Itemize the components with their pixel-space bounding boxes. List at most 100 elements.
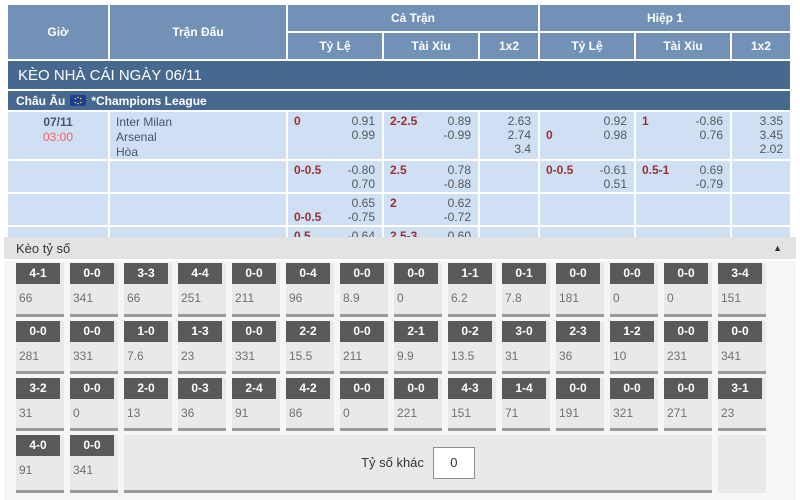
h1-handicap-cell[interactable]: 0-0.5 -0.610.51 <box>540 161 634 192</box>
score-cell[interactable]: 3-4151 <box>718 263 766 317</box>
score-cell[interactable]: 0-0331 <box>232 321 280 374</box>
score-cell[interactable]: 2-19.9 <box>394 321 442 374</box>
score-odds: 10 <box>610 342 658 363</box>
time-cell <box>8 194 108 225</box>
score-odds: 15.5 <box>286 342 334 363</box>
match-cell[interactable]: Inter MilanArsenalHòa <box>110 112 286 159</box>
odds-line: 0.51 <box>546 177 627 191</box>
match-time: 03:00 <box>8 130 108 145</box>
score-odds: 7.6 <box>124 342 172 363</box>
league-bar[interactable]: Châu Âu *Champions League <box>8 91 790 110</box>
odds-value: -0.61 <box>600 163 627 177</box>
score-cell[interactable]: 1-07.6 <box>124 321 172 374</box>
subheader-ft-handicap: Tỷ Lệ <box>288 33 382 59</box>
score-cell[interactable]: 0-213.5 <box>448 321 496 374</box>
empty-score-cell <box>718 435 766 493</box>
score-cell[interactable]: 0-336 <box>178 378 226 431</box>
score-cell[interactable]: 3-031 <box>502 321 550 374</box>
score-cell[interactable]: 0-00 <box>610 263 658 317</box>
h1-overunder-cell[interactable]: 0.5-10.69-0.79 <box>636 161 730 192</box>
score-cell[interactable]: 0-496 <box>286 263 334 317</box>
score-cell[interactable]: 0-17.8 <box>502 263 550 317</box>
score-cell[interactable]: 0-0321 <box>610 378 658 431</box>
score-label: 4-0 <box>16 435 60 456</box>
score-odds: 23 <box>178 342 226 363</box>
score-odds: 0 <box>610 284 658 305</box>
score-cell[interactable]: 0-0181 <box>556 263 604 317</box>
ft-1x2-cell[interactable] <box>480 161 538 192</box>
score-cell[interactable]: 0-08.9 <box>340 263 388 317</box>
h1-handicap-cell[interactable] <box>540 194 634 225</box>
ft-overunder-cell[interactable]: 2-2.50.89-0.99 <box>384 112 478 159</box>
score-cell[interactable]: 0-0331 <box>70 321 118 374</box>
score-section-header[interactable]: Kèo tỷ số ▲ <box>4 237 796 259</box>
collapse-icon[interactable]: ▲ <box>773 243 782 253</box>
score-cell[interactable]: 0-0341 <box>718 321 766 374</box>
handicap-label: 0-0.5 <box>546 163 573 177</box>
score-cell[interactable]: 2-336 <box>556 321 604 374</box>
score-cell[interactable]: 2-215.5 <box>286 321 334 374</box>
score-cell[interactable]: 4-091 <box>16 435 64 493</box>
handicap-label: 1 <box>642 114 649 128</box>
h1-1x2-cell[interactable] <box>732 161 790 192</box>
score-cell[interactable]: 1-471 <box>502 378 550 431</box>
ft-1x2-cell[interactable]: 2.632.743.4 <box>480 112 538 159</box>
league-region-label: Châu Âu <box>16 94 65 108</box>
score-cell[interactable]: 4-286 <box>286 378 334 431</box>
score-odds: 23 <box>718 399 766 420</box>
h1-handicap-cell[interactable]: 0.9200.98 <box>540 112 634 159</box>
ft-overunder-cell[interactable]: 20.62-0.72 <box>384 194 478 225</box>
score-label: 0-0 <box>664 321 708 342</box>
score-cell[interactable]: 3-231 <box>16 378 64 431</box>
score-label: 4-2 <box>286 378 330 399</box>
score-cell[interactable]: 0-00 <box>664 263 712 317</box>
score-cell[interactable]: 0-0221 <box>394 378 442 431</box>
home-team[interactable]: Inter Milan <box>116 115 286 130</box>
h1-1x2-cell[interactable]: 3.353.452.02 <box>732 112 790 159</box>
ft-handicap-cell[interactable]: 00.910.99 <box>288 112 382 159</box>
score-odds: 181 <box>556 284 604 305</box>
score-cell[interactable]: 1-323 <box>178 321 226 374</box>
score-cell[interactable]: 0-0191 <box>556 378 604 431</box>
score-cell[interactable]: 0-0281 <box>16 321 64 374</box>
score-cell[interactable]: 0-00 <box>394 263 442 317</box>
score-cell[interactable]: 1-210 <box>610 321 658 374</box>
score-cell[interactable]: 0-00 <box>340 378 388 431</box>
away-team[interactable]: Arsenal <box>116 130 286 145</box>
score-cell[interactable]: 0-0341 <box>70 263 118 317</box>
draw-label[interactable]: Hòa <box>116 145 286 159</box>
score-cell[interactable]: 0-0271 <box>664 378 712 431</box>
score-odds: 191 <box>556 399 604 420</box>
score-cell[interactable]: 4-4251 <box>178 263 226 317</box>
score-cell[interactable]: 4-3151 <box>448 378 496 431</box>
score-cell[interactable]: 0-0231 <box>664 321 712 374</box>
score-cell[interactable]: 4-166 <box>16 263 64 317</box>
h1-1x2-cell[interactable] <box>732 194 790 225</box>
score-cell[interactable]: 0-00 <box>70 378 118 431</box>
score-odds: 0 <box>70 399 118 420</box>
time-cell: 07/1103:00 <box>8 112 108 159</box>
score-cell[interactable]: 0-0211 <box>340 321 388 374</box>
handicap-label: 0.5-1 <box>642 163 669 177</box>
score-cell[interactable]: 0-0211 <box>232 263 280 317</box>
1x2-value: 3.4 <box>486 142 531 156</box>
score-cell[interactable]: 1-16.2 <box>448 263 496 317</box>
score-label: 2-0 <box>124 378 168 399</box>
score-cell[interactable]: 2-013 <box>124 378 172 431</box>
score-odds: 91 <box>232 399 280 420</box>
ft-overunder-cell[interactable]: 2.50.78-0.88 <box>384 161 478 192</box>
match-cell <box>110 161 286 192</box>
ft-handicap-cell[interactable]: 0.650-0.5-0.75 <box>288 194 382 225</box>
h1-overunder-cell[interactable]: 1-0.860.76 <box>636 112 730 159</box>
score-section-title: Kèo tỷ số <box>16 241 70 256</box>
other-score-input[interactable] <box>433 447 475 479</box>
score-cell[interactable]: 2-491 <box>232 378 280 431</box>
score-cell[interactable]: 0-0341 <box>70 435 118 493</box>
score-cell[interactable]: 3-366 <box>124 263 172 317</box>
ft-1x2-cell[interactable] <box>480 194 538 225</box>
score-cell[interactable]: 3-123 <box>718 378 766 431</box>
h1-overunder-cell[interactable] <box>636 194 730 225</box>
1x2-value: 3.45 <box>738 128 783 142</box>
ft-handicap-cell[interactable]: 0-0.5-0.800.70 <box>288 161 382 192</box>
score-label: 0-0 <box>394 378 438 399</box>
